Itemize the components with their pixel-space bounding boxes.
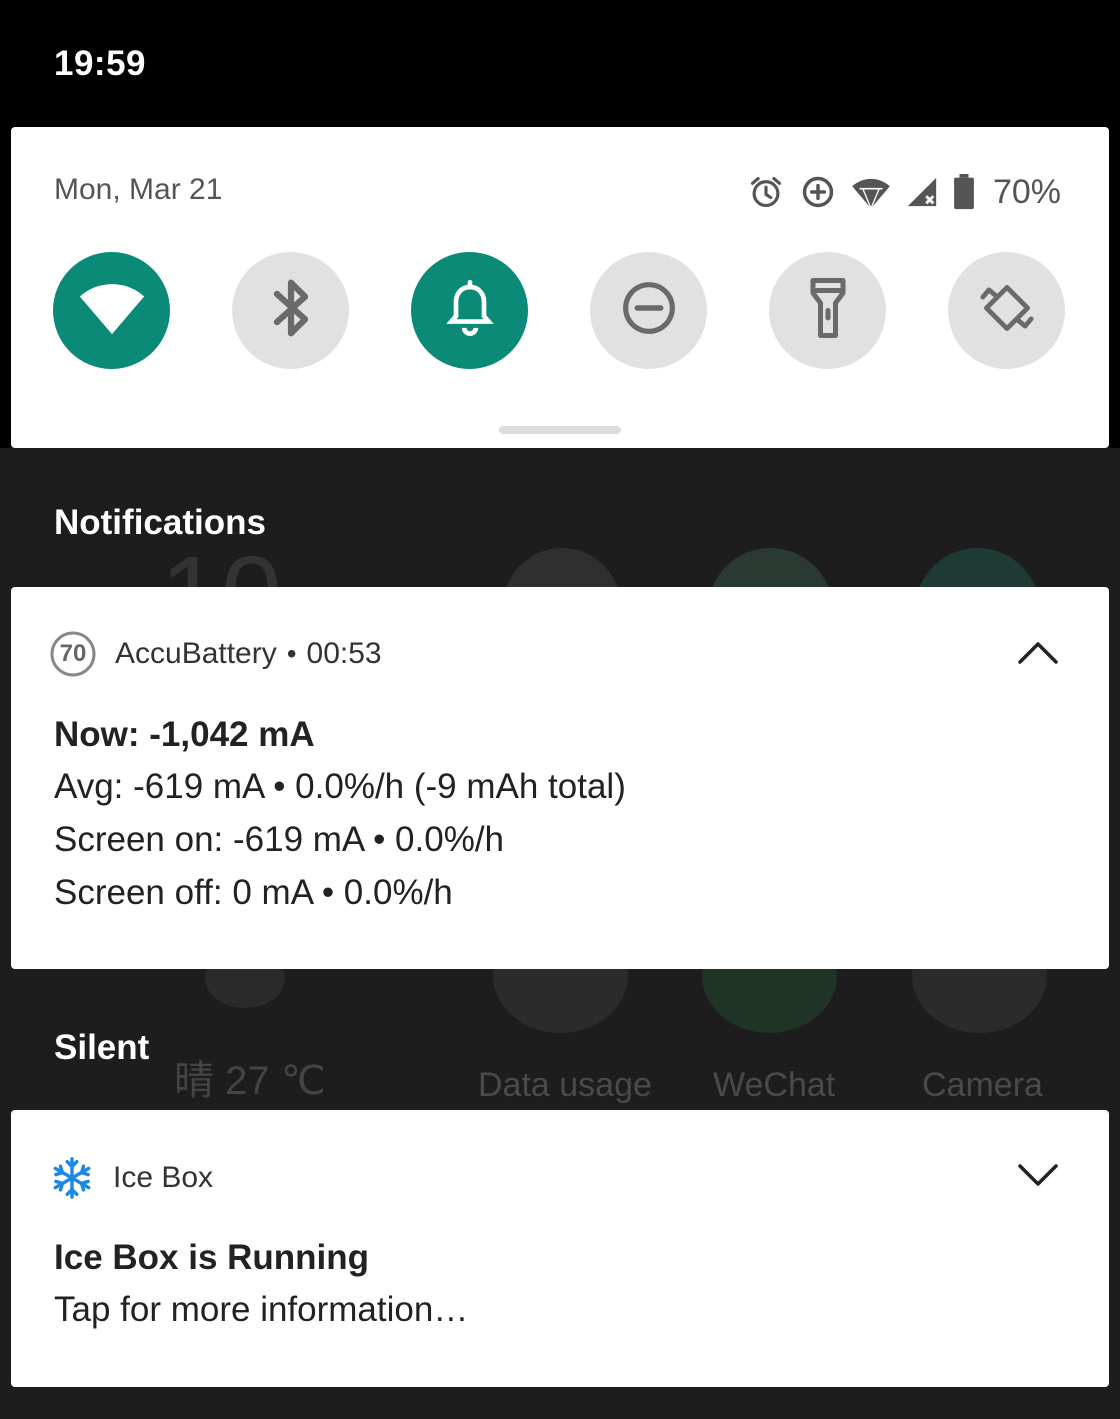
accubattery-notification[interactable]: 70 AccuBattery • 00:53 Now: -1,042 mA Av…: [11, 587, 1109, 969]
auto-rotate-icon: [978, 279, 1036, 342]
alarm-icon: [747, 173, 785, 211]
data-saver-icon: [799, 173, 837, 211]
accubattery-time: 00:53: [306, 637, 382, 670]
bluetooth-icon: [270, 277, 312, 344]
chevron-up-icon: [1016, 638, 1060, 671]
notification-shade: 19:59 10 晴 27 ℃ Data usage WeChat Camera…: [0, 0, 1120, 1419]
quick-settings-tiles: [53, 252, 1065, 370]
battery-icon: [953, 174, 975, 210]
wifi-icon: [79, 280, 145, 341]
do-not-disturb-icon: [621, 280, 677, 341]
accubattery-screen-on: Screen on: -619 mA • 0.0%/h: [54, 820, 505, 859]
weather-text: 晴 27 ℃: [174, 1059, 326, 1103]
bell-icon: [445, 280, 494, 341]
accubattery-app-icon: 70: [49, 630, 97, 678]
chevron-down-icon: [1016, 1162, 1060, 1195]
silent-header: Silent: [54, 1028, 150, 1067]
wifi-signal-icon: [851, 174, 891, 210]
snowflake-icon: [49, 1155, 95, 1201]
accubattery-screen-off: Screen off: 0 mA • 0.0%/h: [54, 873, 453, 912]
accubattery-avg: Avg: -619 mA • 0.0%/h (-9 mAh total): [54, 767, 626, 806]
drag-handle[interactable]: [499, 426, 621, 434]
quick-settings-panel: Mon, Mar 21 70%: [11, 127, 1109, 448]
expand-button[interactable]: [1013, 1153, 1063, 1203]
icebox-app-name: Ice Box: [113, 1161, 214, 1194]
icebox-title: Ice Box is Running: [54, 1238, 370, 1277]
tile-wifi[interactable]: [53, 252, 170, 369]
status-clock: 19:59: [54, 44, 147, 83]
collapse-button[interactable]: [1013, 629, 1063, 679]
tile-auto-rotate[interactable]: [948, 252, 1065, 369]
notification-header: Ice Box: [49, 1153, 213, 1203]
app-label-wechat: WeChat: [713, 1066, 836, 1104]
accubattery-icon-text: 70: [59, 640, 87, 667]
flashlight-icon: [810, 278, 846, 343]
notification-header: 70 AccuBattery • 00:53: [49, 629, 382, 679]
status-bar: 19:59: [0, 0, 1120, 127]
notifications-header: Notifications: [54, 503, 266, 542]
status-icons: 70%: [747, 167, 1061, 217]
accubattery-app-name: AccuBattery: [115, 637, 277, 670]
date-label: Mon, Mar 21: [54, 173, 223, 206]
icebox-text: Tap for more information…: [54, 1290, 469, 1329]
tile-bluetooth[interactable]: [232, 252, 349, 369]
app-label-camera: Camera: [922, 1066, 1043, 1104]
icebox-notification[interactable]: Ice Box Ice Box is Running Tap for more …: [11, 1110, 1109, 1387]
tile-flashlight[interactable]: [769, 252, 886, 369]
cell-signal-icon: [905, 175, 939, 209]
app-label-data-usage: Data usage: [478, 1066, 652, 1104]
header-separator: •: [286, 638, 297, 669]
battery-percent: 70%: [992, 172, 1061, 211]
accubattery-now: Now: -1,042 mA: [54, 715, 315, 754]
tile-do-not-disturb[interactable]: [590, 252, 707, 369]
tile-sound[interactable]: [411, 252, 528, 369]
